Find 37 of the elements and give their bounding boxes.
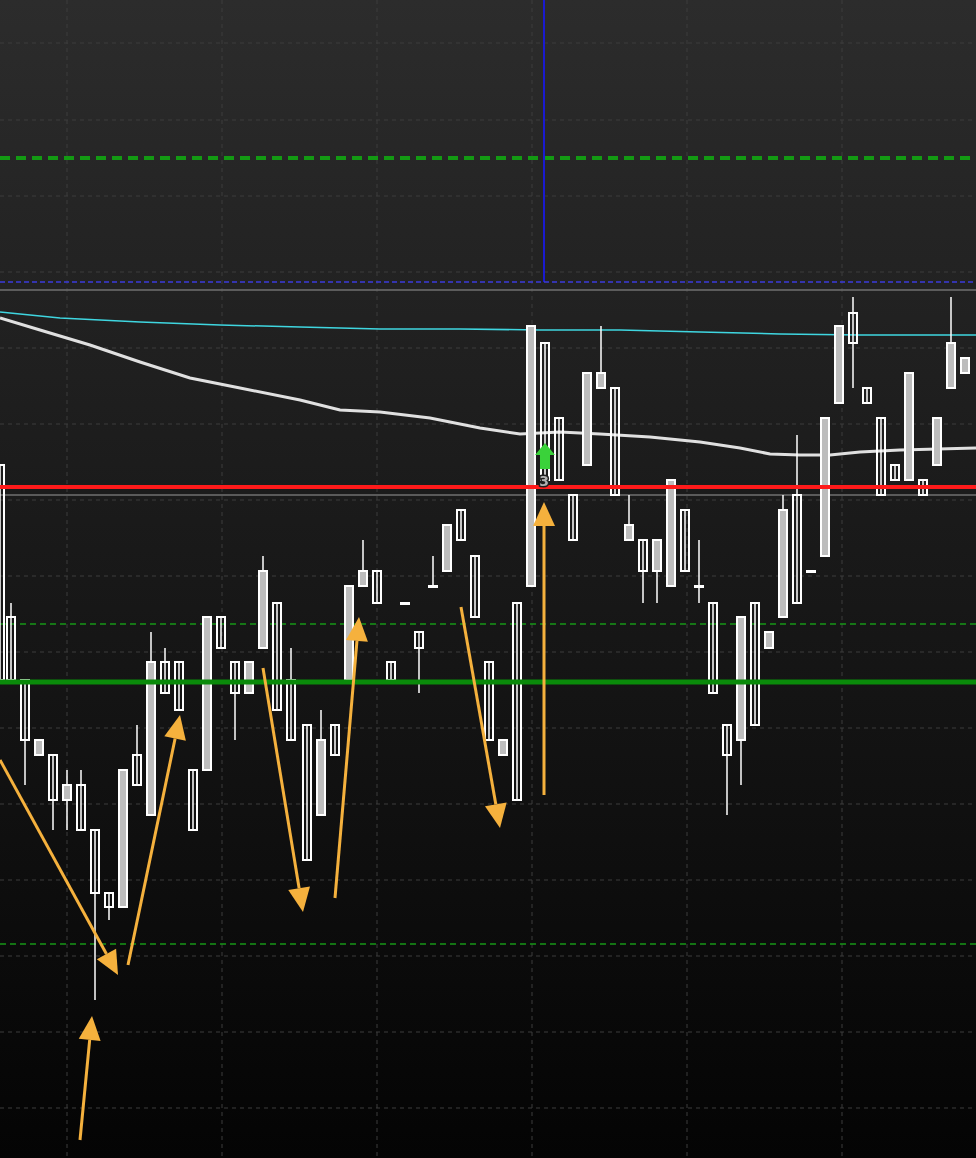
candlestick (498, 739, 508, 756)
candlestick (372, 570, 382, 604)
candlestick (932, 417, 942, 466)
candlestick (386, 661, 396, 681)
candlestick (34, 739, 44, 756)
candlestick (554, 417, 564, 481)
candlestick (694, 539, 704, 604)
candlestick (652, 539, 662, 604)
candlestick (188, 769, 198, 831)
candlestick (960, 357, 970, 374)
candlestick (764, 631, 774, 649)
candlestick (568, 494, 578, 541)
candlestick (470, 555, 480, 618)
candlestick (358, 539, 368, 587)
up-arrow-icon (535, 443, 555, 469)
candlestick (414, 631, 424, 694)
candlestick (76, 769, 86, 831)
candlestick (244, 661, 254, 694)
candlestick (624, 494, 634, 541)
candlestick (918, 479, 928, 496)
candlestick (456, 509, 466, 541)
candlestick (330, 724, 340, 756)
candlestick (132, 724, 142, 786)
candlestick (442, 524, 452, 572)
candlestick (638, 539, 648, 604)
candlestick (428, 555, 438, 588)
candlestick (174, 661, 184, 711)
candlestick (862, 387, 872, 404)
candlestick (400, 602, 410, 605)
candlestick (680, 509, 690, 572)
candlestick (104, 892, 114, 921)
candlestick (806, 570, 816, 573)
candlestick (216, 616, 226, 649)
candlestick (160, 647, 170, 694)
candlestick (596, 325, 606, 389)
candlestick (890, 464, 900, 481)
candlestick (62, 769, 72, 831)
